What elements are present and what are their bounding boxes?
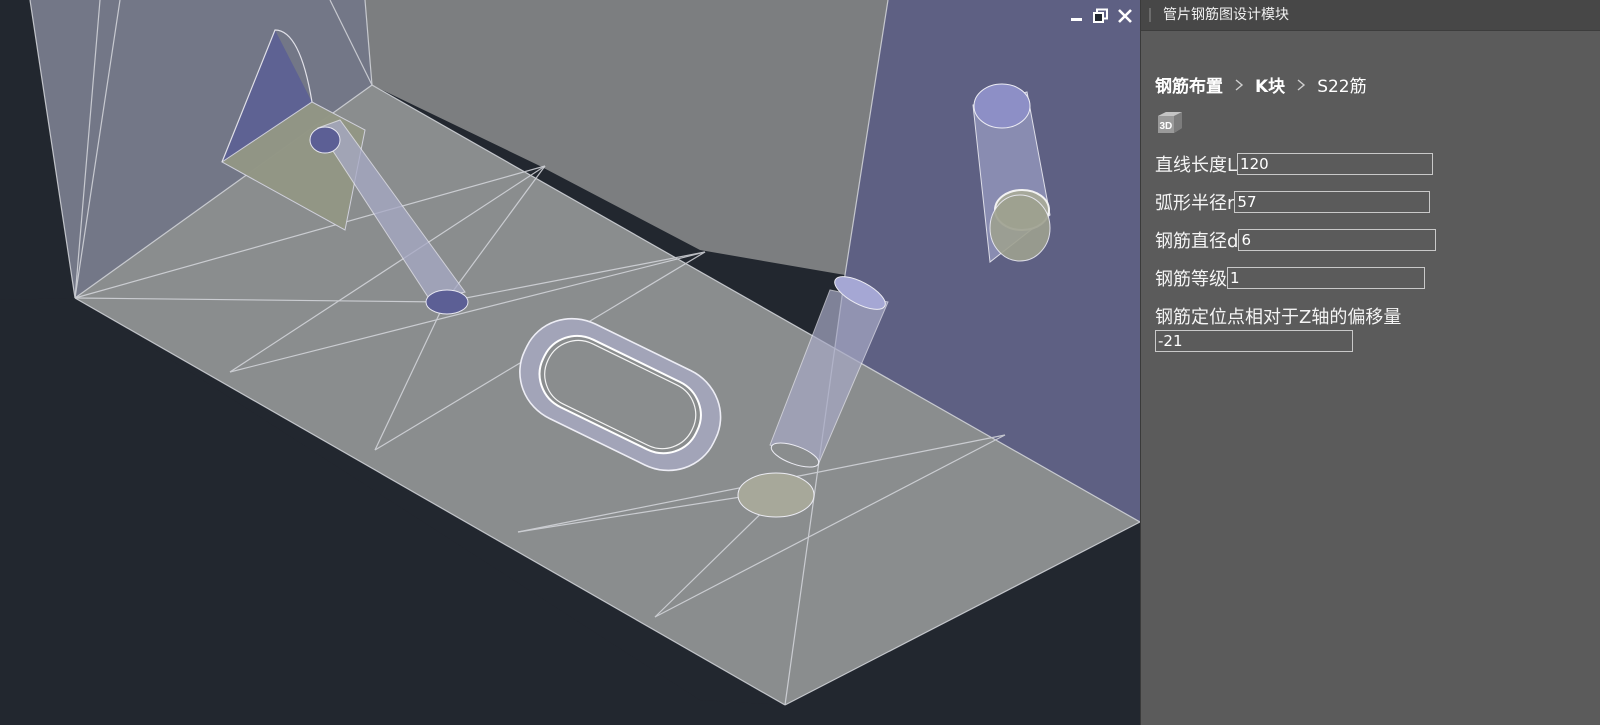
straight-length-input[interactable] [1237, 153, 1434, 175]
z-offset-label-row: 钢筋定位点相对于Z轴的偏移量 [1155, 303, 1401, 329]
breadcrumb: 钢筋布置 K块 S22筋 [1155, 72, 1367, 97]
restore-icon[interactable] [1092, 7, 1110, 25]
svg-text:3D: 3D [1160, 121, 1173, 132]
straight-length-label: 直线长度L [1155, 155, 1238, 176]
design-panel: 管片钢筋图设计模块 钢筋布置 K块 S22筋 3D 直线长度L 弧形半径r 钢筋… [1140, 0, 1600, 725]
breadcrumb-item-k-block[interactable]: K块 [1255, 72, 1285, 97]
z-offset-label: 钢筋定位点相对于Z轴的偏移量 [1155, 307, 1402, 328]
rebar-diameter-input[interactable] [1238, 229, 1437, 251]
rebar-diameter-row: 钢筋直径d [1155, 227, 1437, 253]
rebar-diameter-label: 钢筋直径d [1155, 231, 1239, 252]
rebar-grade-row: 钢筋等级 [1155, 265, 1425, 291]
arc-radius-label: 弧形半径r [1155, 193, 1235, 214]
minimize-icon[interactable] [1068, 7, 1086, 25]
z-offset-input-row [1155, 330, 1353, 352]
z-offset-input[interactable] [1155, 330, 1353, 352]
panel-title: 管片钢筋图设计模块 [1141, 0, 1600, 31]
rebar-grade-label: 钢筋等级 [1155, 269, 1227, 290]
breadcrumb-item-s22[interactable]: S22筋 [1317, 72, 1366, 97]
segment-3d-model[interactable] [0, 0, 1140, 725]
chevron-right-icon [1235, 78, 1244, 91]
3d-viewport[interactable] [0, 0, 1140, 725]
rebar-grade-input[interactable] [1227, 267, 1425, 289]
chevron-right-icon [1297, 78, 1306, 91]
straight-length-row: 直线长度L [1155, 151, 1434, 177]
3d-icon[interactable]: 3D [1155, 110, 1185, 136]
breadcrumb-item-rebar-layout[interactable]: 钢筋布置 [1155, 72, 1223, 97]
close-icon[interactable] [1116, 7, 1134, 25]
arc-radius-row: 弧形半径r [1155, 189, 1431, 215]
arc-radius-input[interactable] [1234, 191, 1431, 213]
